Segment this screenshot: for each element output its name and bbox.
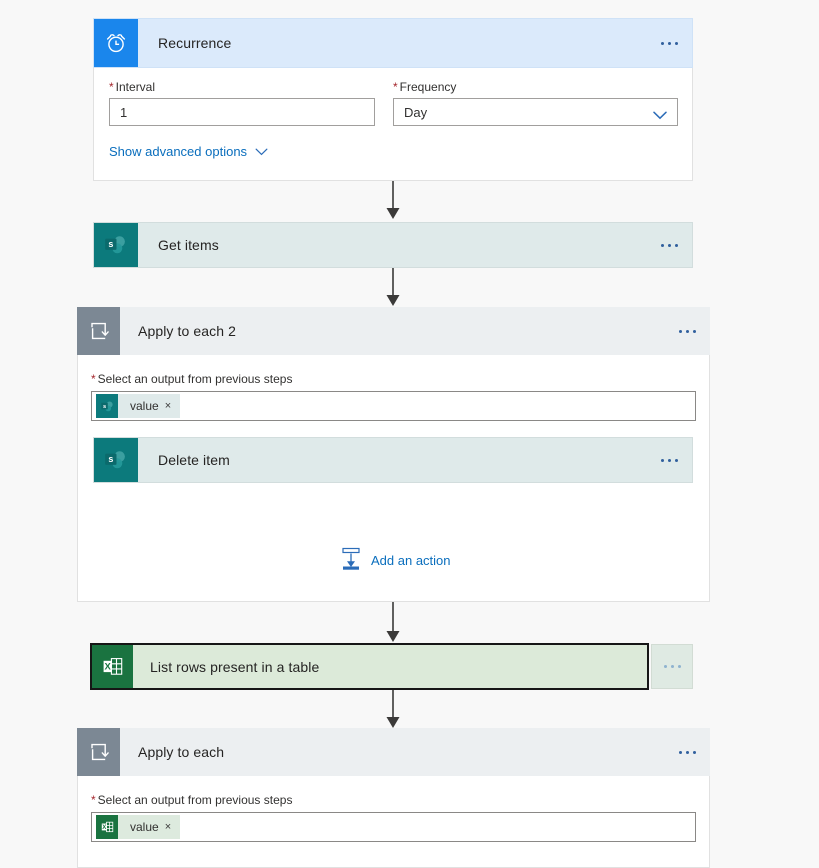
delete-item-title: Delete item [158, 452, 230, 468]
apply-to-each-2-output-group: * Select an output from previous steps s … [91, 372, 696, 421]
sharepoint-icon: s [94, 438, 138, 482]
recurrence-block-header[interactable]: Recurrence [93, 18, 693, 68]
delete-item-menu-button[interactable] [646, 438, 692, 482]
close-icon[interactable]: × [165, 400, 180, 412]
connector-arrow [380, 602, 406, 643]
apply-to-each-title: Apply to each [138, 744, 225, 760]
frequency-value: Day [404, 104, 428, 120]
token-label: value [130, 820, 159, 834]
interval-value: 1 [120, 104, 128, 120]
token-chip[interactable]: X value × [96, 815, 181, 839]
sharepoint-icon: s [96, 394, 118, 418]
list-rows-block[interactable]: X List rows present in a table [90, 643, 649, 690]
close-icon[interactable]: × [165, 821, 180, 833]
apply-to-each-header[interactable]: Apply to each [77, 728, 710, 776]
loop-icon [77, 307, 120, 355]
apply-to-each-output-picker[interactable]: X value × [91, 812, 696, 842]
apply-to-each-2-menu-button[interactable] [664, 307, 710, 355]
apply-to-each-2-output-label: * Select an output from previous steps [91, 372, 293, 386]
required-asterisk: * [109, 80, 114, 94]
recurrence-title: Recurrence [158, 35, 232, 51]
sharepoint-icon: s [94, 223, 138, 267]
insert-step-icon [340, 547, 362, 574]
list-rows-title: List rows present in a table [150, 658, 320, 675]
token-label: value [130, 399, 159, 413]
get-items-menu-button[interactable] [646, 223, 692, 267]
required-asterisk: * [393, 80, 398, 94]
interval-field-group: * Interval 1 [109, 80, 375, 126]
get-items-block[interactable]: s Get items [93, 222, 693, 268]
interval-label: * Interval [109, 80, 156, 94]
required-asterisk: * [91, 372, 96, 386]
add-an-action-button[interactable]: Add an action [340, 547, 451, 574]
show-advanced-options-label: Show advanced options [109, 144, 248, 159]
apply-to-each-output-label: * Select an output from previous steps [91, 793, 293, 807]
flow-designer-canvas: Recurrence * Interval 1 * Frequency Day Sh… [0, 0, 819, 868]
alarm-clock-icon [94, 19, 138, 67]
connector-arrow [380, 690, 406, 729]
svg-text:s: s [108, 239, 113, 249]
frequency-label: * Frequency [393, 80, 457, 94]
connector-arrow [380, 268, 406, 307]
connector-arrow [380, 181, 406, 220]
interval-input[interactable]: 1 [109, 98, 375, 126]
svg-text:s: s [102, 403, 105, 409]
show-advanced-options-link[interactable]: Show advanced options [109, 144, 268, 159]
add-an-action-label: Add an action [371, 553, 451, 568]
apply-to-each-2-header[interactable]: Apply to each 2 [77, 307, 710, 355]
chevron-down-icon [653, 108, 667, 119]
apply-to-each-menu-button[interactable] [664, 728, 710, 776]
token-chip[interactable]: s value × [96, 394, 181, 418]
get-items-title: Get items [158, 237, 219, 253]
svg-text:s: s [108, 454, 113, 464]
chevron-down-icon [255, 144, 268, 159]
frequency-select[interactable]: Day [393, 98, 678, 126]
frequency-field-group: * Frequency Day [393, 80, 678, 126]
required-asterisk: * [91, 793, 96, 807]
delete-item-block[interactable]: s Delete item [93, 437, 693, 483]
apply-to-each-2-output-picker[interactable]: s value × [91, 391, 696, 421]
loop-icon [77, 728, 120, 776]
excel-icon: X [92, 645, 133, 688]
svg-text:X: X [104, 661, 111, 672]
recurrence-menu-button[interactable] [646, 19, 692, 67]
excel-icon: X [96, 815, 118, 839]
apply-to-each-output-group: * Select an output from previous steps X … [91, 793, 696, 842]
list-rows-menu-button[interactable] [651, 644, 693, 689]
svg-text:X: X [102, 824, 106, 831]
apply-to-each-2-title: Apply to each 2 [138, 323, 237, 339]
